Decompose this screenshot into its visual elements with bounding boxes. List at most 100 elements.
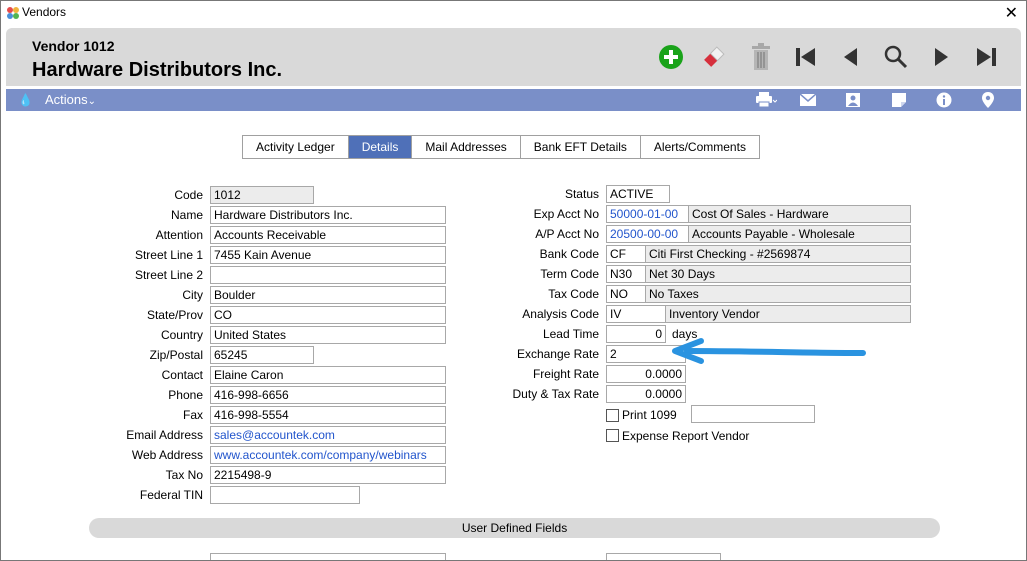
street-line-1-label: Street Line 1 xyxy=(134,248,203,262)
vendor-name-title: Hardware Distributors Inc. xyxy=(32,59,283,81)
tax-no-label: Tax No xyxy=(165,468,203,482)
contact-card-icon[interactable] xyxy=(844,92,862,108)
street-line-2-label: Street Line 2 xyxy=(134,268,203,282)
analysis-code-field[interactable]: IV xyxy=(606,305,666,323)
expense-report-vendor-label: Expense Report Vendor xyxy=(622,429,750,443)
expense-report-vendor-checkbox[interactable] xyxy=(606,429,619,442)
freight-rate-label: Freight Rate xyxy=(532,367,599,381)
print-1099-label: Print 1099 xyxy=(622,408,677,422)
tab-bank-eft-details[interactable]: Bank EFT Details xyxy=(520,136,641,158)
name-label: Name xyxy=(170,208,203,222)
next-record-icon[interactable] xyxy=(926,42,956,72)
action-bar: 💧 Actions⌄ xyxy=(6,89,1021,111)
tax-code-description: No Taxes xyxy=(645,285,911,303)
web-address-label: Web Address xyxy=(131,448,203,462)
tax-code-label: Tax Code xyxy=(548,287,599,301)
name-field[interactable]: Hardware Distributors Inc. xyxy=(210,206,446,224)
lead-time-field[interactable]: 0 xyxy=(606,325,666,343)
tax-no-field[interactable]: 2215498-9 xyxy=(210,466,446,484)
previous-record-icon[interactable] xyxy=(836,42,866,72)
tab-details[interactable]: Details xyxy=(348,136,413,158)
analysis-code-label: Analysis Code xyxy=(522,307,599,321)
street-line-1-field[interactable]: 7455 Kain Avenue xyxy=(210,246,446,264)
title-bar: Vendors ✕ xyxy=(1,1,1026,25)
city-label: City xyxy=(182,288,203,302)
window-title: Vendors xyxy=(22,5,67,19)
zip-postal-label: Zip/Postal xyxy=(149,348,203,362)
add-icon[interactable] xyxy=(656,42,686,72)
status-label: Status xyxy=(564,187,599,201)
annotation-arrow xyxy=(672,338,866,364)
udf-field-left[interactable] xyxy=(210,553,446,560)
mail-icon[interactable] xyxy=(799,92,817,108)
tab-alerts-comments[interactable]: Alerts/Comments xyxy=(640,136,759,158)
exchange-rate-label: Exchange Rate xyxy=(516,347,599,361)
bank-code-field[interactable]: CF xyxy=(606,245,646,263)
term-code-description: Net 30 Days xyxy=(645,265,911,283)
status-field[interactable]: ACTIVE xyxy=(606,185,670,203)
country-label: Country xyxy=(160,328,203,342)
first-record-icon[interactable] xyxy=(791,42,821,72)
web-address-field[interactable]: www.accountek.com/company/webinars xyxy=(210,446,446,464)
attention-field[interactable]: Accounts Receivable xyxy=(210,226,446,244)
code-label: Code xyxy=(174,188,203,202)
vendor-number: Vendor 1012 xyxy=(32,38,115,54)
city-field[interactable]: Boulder xyxy=(210,286,446,304)
udf-field-right[interactable] xyxy=(606,553,721,560)
contact-label: Contact xyxy=(161,368,203,382)
fax-field[interactable]: 416-998-5554 xyxy=(210,406,446,424)
ap-acct-no-field[interactable]: 20500-00-00 xyxy=(606,225,689,243)
print-icon[interactable] xyxy=(754,92,778,108)
vendors-window: Vendors ✕ Vendor 1012 Hardware Distribut… xyxy=(0,0,1027,561)
actions-menu[interactable]: Actions⌄ xyxy=(45,92,96,107)
tab-activity-ledger[interactable]: Activity Ledger xyxy=(243,136,349,158)
term-code-field[interactable]: N30 xyxy=(606,265,646,283)
code-field[interactable]: 1012 xyxy=(210,186,314,204)
fax-label: Fax xyxy=(182,408,203,422)
erase-icon[interactable] xyxy=(699,42,729,72)
search-icon[interactable] xyxy=(881,42,911,72)
location-pin-icon[interactable] xyxy=(979,92,997,108)
exp-acct-no-field[interactable]: 50000-01-00 xyxy=(606,205,689,223)
ap-acct-no-label: A/P Acct No xyxy=(535,227,599,241)
federal-tin-label: Federal TIN xyxy=(139,488,203,502)
term-code-label: Term Code xyxy=(540,267,599,281)
attention-label: Attention xyxy=(155,228,203,242)
trash-icon[interactable] xyxy=(746,42,776,72)
phone-field[interactable]: 416-998-6656 xyxy=(210,386,446,404)
user-defined-fields-bar[interactable]: User Defined Fields xyxy=(89,518,940,538)
bank-code-description: Citi First Checking - #2569874 xyxy=(645,245,911,263)
phone-label: Phone xyxy=(168,388,203,402)
country-field[interactable]: United States xyxy=(210,326,446,344)
last-record-icon[interactable] xyxy=(971,42,1001,72)
info-icon[interactable] xyxy=(935,92,953,108)
email-address-field[interactable]: sales@accountek.com xyxy=(210,426,446,444)
federal-tin-field[interactable] xyxy=(210,486,360,504)
chevron-down-icon: ⌄ xyxy=(87,96,97,107)
ap-acct-description: Accounts Payable - Wholesale xyxy=(688,225,911,243)
tab-mail-addresses[interactable]: Mail Addresses xyxy=(412,136,521,158)
print-1099-field[interactable] xyxy=(691,405,815,423)
street-line-2-field[interactable] xyxy=(210,266,446,284)
duty-tax-rate-field[interactable]: 0.0000 xyxy=(606,385,686,403)
record-header: Vendor 1012 Hardware Distributors Inc. xyxy=(6,28,1021,86)
app-logo-icon xyxy=(7,7,19,19)
print-1099-checkbox[interactable] xyxy=(606,409,619,422)
analysis-code-description: Inventory Vendor xyxy=(665,305,911,323)
actions-label: Actions xyxy=(45,92,88,107)
zip-postal-field[interactable]: 65245 xyxy=(210,346,314,364)
exp-acct-no-label: Exp Acct No xyxy=(533,207,599,221)
tab-strip: Activity Ledger Details Mail Addresses B… xyxy=(242,135,760,159)
exp-acct-description: Cost Of Sales - Hardware xyxy=(688,205,911,223)
tax-code-field[interactable]: NO xyxy=(606,285,646,303)
state-prov-label: State/Prov xyxy=(146,308,203,322)
note-icon[interactable] xyxy=(890,92,908,108)
contact-field[interactable]: Elaine Caron xyxy=(210,366,446,384)
duty-tax-rate-label: Duty & Tax Rate xyxy=(512,387,599,401)
freight-rate-field[interactable]: 0.0000 xyxy=(606,365,686,383)
email-address-label: Email Address xyxy=(126,428,203,442)
bank-code-label: Bank Code xyxy=(539,247,599,261)
state-prov-field[interactable]: CO xyxy=(210,306,446,324)
droplet-icon: 💧 xyxy=(18,93,33,107)
close-icon[interactable]: ✕ xyxy=(1005,3,1018,23)
